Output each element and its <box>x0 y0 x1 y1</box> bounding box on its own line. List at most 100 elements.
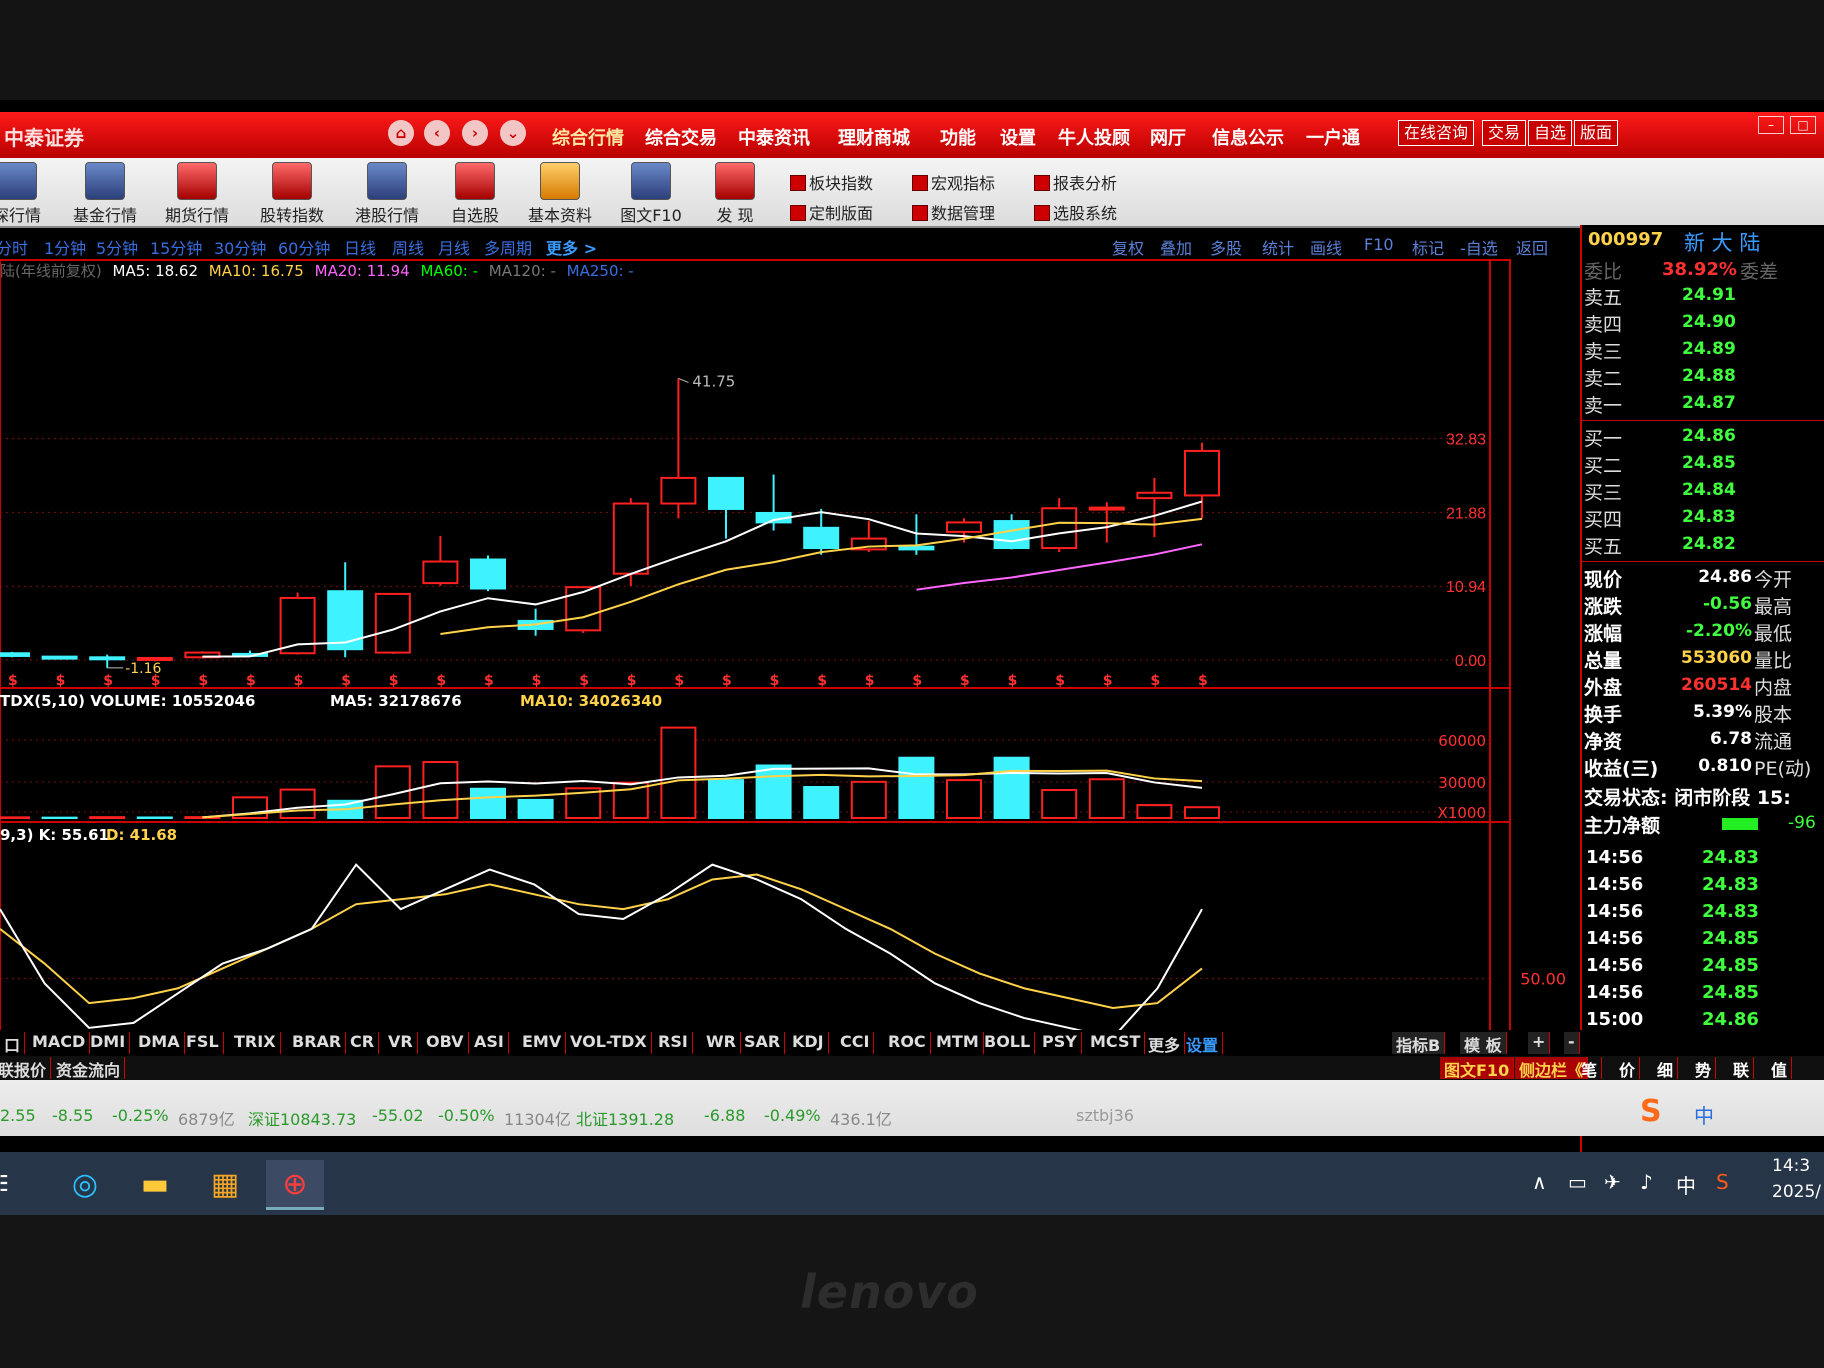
clock-date[interactable]: 2025/ <box>1772 1182 1821 1202</box>
tool-f10[interactable]: 图文F10 <box>606 160 696 226</box>
indicator-tab-1[interactable]: MACD <box>28 1032 91 1054</box>
sogou-icon[interactable]: S <box>1716 1170 1729 1194</box>
online-consult-button[interactable]: 在线咨询 <box>1398 120 1475 146</box>
maximize-icon[interactable]: □ <box>1790 116 1816 134</box>
indicator-tab-23[interactable]: 更多 <box>1144 1032 1186 1055</box>
indicator-tab-18[interactable]: ROC <box>884 1032 931 1054</box>
bottom-right-tab-4[interactable]: 细 <box>1653 1057 1679 1080</box>
indicator-tab-16[interactable]: KDJ <box>788 1032 829 1054</box>
indicator-tab-24[interactable]: 设置 <box>1182 1032 1224 1055</box>
ime-chinese-icon[interactable]: 中 <box>1694 1100 1714 1129</box>
tool-futures-market[interactable]: 期货行情 <box>152 160 242 226</box>
indicator-right-0[interactable]: 指标B <box>1392 1032 1446 1055</box>
bottom-tab-quote[interactable]: 联报价 <box>0 1057 52 1080</box>
tray-expand-icon[interactable]: ∧ <box>1532 1170 1547 1194</box>
fund-chart-icon <box>85 162 125 200</box>
indicator-tab-0[interactable]: 口 <box>0 1032 26 1055</box>
menu-disclosure[interactable]: 信息公示 <box>1212 124 1284 150</box>
indicator-tab-12[interactable]: VOL-TDX <box>566 1032 652 1054</box>
tray-network-icon[interactable]: ▭ <box>1568 1170 1587 1194</box>
sogou-ime-icon[interactable]: S <box>1640 1094 1662 1129</box>
indicator-right-1[interactable]: 模 板 <box>1460 1032 1507 1055</box>
menu-advisor[interactable]: 牛人投顾 <box>1058 124 1130 150</box>
bottom-right-tab-2[interactable]: 笔 <box>1577 1057 1603 1080</box>
candle-body <box>660 476 697 505</box>
indicator-tab-6[interactable]: BRAR <box>288 1032 347 1054</box>
indicator-tab-13[interactable]: RSI <box>654 1032 693 1054</box>
clock-time[interactable]: 14:3 <box>1772 1156 1810 1176</box>
indicator-tab-7[interactable]: CR <box>346 1032 380 1054</box>
bottom-right-tab-3[interactable]: 价 <box>1615 1057 1641 1080</box>
volume-bar <box>1136 804 1173 820</box>
indicator-tab-19[interactable]: MTM <box>932 1032 984 1054</box>
volume-bar <box>850 780 887 820</box>
menu-settings[interactable]: 设置 <box>1000 124 1036 150</box>
tool-report-analysis[interactable]: 报表分析 <box>1034 170 1117 194</box>
indicator-tab-5[interactable]: TRIX <box>230 1032 281 1054</box>
ime-indicator[interactable]: 中 <box>1676 1170 1696 1199</box>
bottom-tab-capital-flow[interactable]: 资金流向 <box>52 1057 126 1080</box>
menu-online-hall[interactable]: 网厅 <box>1150 124 1186 150</box>
menu-functions[interactable]: 功能 <box>940 124 976 150</box>
indicator-right-3[interactable]: - <box>1564 1032 1580 1054</box>
indicator-tab-8[interactable]: VR <box>384 1032 418 1054</box>
indicator-tab-2[interactable]: DMI <box>86 1032 131 1054</box>
dropdown-icon[interactable]: ⌄ <box>500 120 526 146</box>
indicator-tab-10[interactable]: ASI <box>470 1032 509 1054</box>
menu-news[interactable]: 中泰资讯 <box>738 124 810 150</box>
bottom-right-tab-7[interactable]: 值 <box>1767 1057 1793 1080</box>
bottom-right-tab-0[interactable]: 图文F10 <box>1440 1057 1515 1080</box>
indicator-tab-17[interactable]: CCI <box>836 1032 875 1054</box>
key-icon <box>540 162 580 200</box>
layout-button[interactable]: 版面 <box>1574 120 1619 146</box>
order-ratio-label: 委比 <box>1584 261 1623 283</box>
indicator-tab-3[interactable]: DMA <box>134 1032 185 1054</box>
task-view-icon[interactable]: ☷ <box>0 1160 28 1210</box>
tool-basic-info[interactable]: 基本资料 <box>515 160 605 226</box>
tool-sz-market[interactable]: 深行情 <box>0 160 62 226</box>
back-icon[interactable]: ‹ <box>424 120 450 146</box>
tool-sector-index[interactable]: 板块指数 <box>790 170 873 194</box>
tool-discover[interactable]: 发 现 <box>690 160 780 226</box>
forward-icon[interactable]: › <box>462 120 488 146</box>
tool-data-manage[interactable]: 数据管理 <box>912 200 995 224</box>
minimize-icon[interactable]: – <box>1758 116 1784 134</box>
menu-trade[interactable]: 综合交易 <box>645 124 717 150</box>
bid-price: 24.86 <box>1682 426 1736 446</box>
indicator-tab-14[interactable]: WR <box>702 1032 741 1054</box>
store-icon[interactable]: ▦ <box>196 1160 254 1210</box>
ma5-label: MA5: 18.62 <box>112 262 199 280</box>
indicator-tab-20[interactable]: BOLL <box>980 1032 1036 1054</box>
watchlist-button[interactable]: 自选 <box>1528 120 1573 146</box>
tool-stock-screener[interactable]: 选股系统 <box>1034 200 1117 224</box>
file-explorer-icon[interactable]: ▬ <box>126 1160 184 1210</box>
indicator-tab-15[interactable]: SAR <box>740 1032 786 1054</box>
kline-chart[interactable]: 32.83 21.88 10.94 0.00 $ $ $ $ $ $ $ $ $ $ $ $ $ $ $ $ $ $ $ $ $… <box>0 250 1590 1130</box>
tray-plane-icon[interactable]: ✈ <box>1604 1170 1621 1194</box>
edge-icon[interactable]: ◎ <box>56 1160 114 1210</box>
menu-finance-mall[interactable]: 理财商城 <box>838 124 910 150</box>
indicator-tab-11[interactable]: EMV <box>518 1032 567 1054</box>
volume-icon[interactable]: ♪ <box>1640 1170 1653 1194</box>
dividend-marker: $ <box>389 673 399 689</box>
indicator-right-2[interactable]: + <box>1528 1032 1551 1054</box>
tool-watchlist[interactable]: 自选股 <box>430 160 520 226</box>
menu-market[interactable]: 综合行情 <box>552 124 624 150</box>
chart-title: 陆(年线前复权) <box>0 262 102 280</box>
dividend-marker: $ <box>1150 673 1160 689</box>
menu-one-account[interactable]: 一户通 <box>1306 124 1360 150</box>
home-icon[interactable]: ⌂ <box>388 120 414 146</box>
indicator-tab-4[interactable]: FSL <box>182 1032 224 1054</box>
zhongtai-app-icon[interactable]: ⊕ <box>266 1160 324 1210</box>
bottom-right-tab-5[interactable]: 势 <box>1691 1057 1717 1080</box>
tool-otc-index[interactable]: 股转指数 <box>247 160 337 226</box>
trade-button[interactable]: 交易 <box>1482 120 1527 146</box>
tool-hk-market[interactable]: 港股行情 <box>342 160 432 226</box>
tool-fund-market[interactable]: 基金行情 <box>60 160 150 226</box>
bottom-right-tab-6[interactable]: 联 <box>1729 1057 1755 1080</box>
indicator-tab-9[interactable]: OBV <box>422 1032 469 1054</box>
tool-custom-layout[interactable]: 定制版面 <box>790 200 873 224</box>
indicator-tab-21[interactable]: PSY <box>1038 1032 1082 1054</box>
indicator-tab-22[interactable]: MCST <box>1086 1032 1146 1054</box>
tool-macro[interactable]: 宏观指标 <box>912 170 995 194</box>
